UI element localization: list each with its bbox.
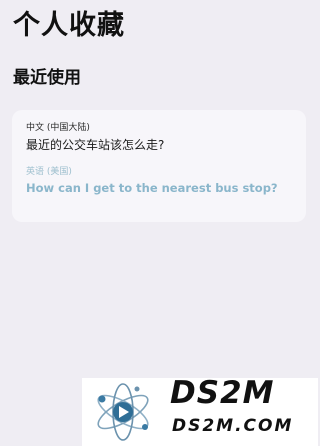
watermark-domain: DS2M.COM [172, 416, 294, 436]
target-text: How can I get to the nearest bus stop? [26, 181, 278, 196]
source-language-label: 中文 (中国大陆) [26, 123, 90, 133]
watermark-brand: DS2M [170, 375, 275, 411]
translation-card[interactable]: 中文 (中国大陆) 最近的公交车站该怎么走? 英语 (美国) How can I… [12, 110, 306, 222]
page-title: 个人收藏 [13, 10, 125, 41]
atom-logo-icon [97, 383, 149, 441]
watermark: DS2M DS2M.COM [82, 378, 318, 446]
target-language-label: 英语 (美国) [26, 167, 72, 178]
section-title-recent: 最近使用 [13, 68, 81, 88]
source-text: 最近的公交车站该怎么走? [26, 138, 165, 152]
